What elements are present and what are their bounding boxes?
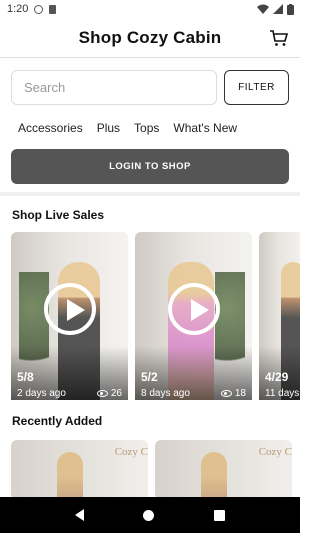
view-count-value: 18 [234,388,246,399]
cart-icon[interactable] [269,29,289,47]
recently-added-list: Cozy C Cozy C [0,432,300,500]
brand-logo: Cozy C [114,446,148,458]
sd-card-icon [49,4,57,14]
product-card[interactable]: Cozy C [155,440,292,500]
home-icon[interactable] [143,509,155,521]
view-count-value: 26 [110,388,122,399]
sale-age: 8 days ago [141,388,190,399]
android-nav-bar [0,497,300,533]
live-sale-card[interactable]: 4/29 11 days [259,232,300,400]
eye-icon [220,390,232,397]
sale-age: 11 days [265,388,300,399]
status-time: 1:20 [7,3,29,15]
filter-button[interactable]: FILTER [224,70,289,105]
recents-icon[interactable] [214,509,226,521]
live-sale-card[interactable]: 5/8 2 days ago 26 [11,232,128,400]
category-plus[interactable]: Plus [97,121,120,135]
eye-icon [96,390,108,397]
category-tabs: Accessories Plus Tops What's New [0,105,300,139]
live-sales-carousel: 5/8 2 days ago 26 5/2 8 days ago 18 4/29… [0,226,300,400]
live-sales-title: Shop Live Sales [12,208,105,222]
view-count: 18 [220,388,246,399]
category-whats-new[interactable]: What's New [173,121,237,135]
play-icon[interactable] [43,282,96,335]
sale-date: 4/29 [265,370,289,384]
category-accessories[interactable]: Accessories [18,121,83,135]
app-header: Shop Cozy Cabin [0,18,300,58]
category-tops[interactable]: Tops [134,121,159,135]
login-button[interactable]: LOGIN TO SHOP [11,149,289,184]
live-sale-card[interactable]: 5/2 8 days ago 18 [135,232,252,400]
view-count: 26 [96,388,122,399]
sale-date: 5/8 [17,370,34,384]
signal-icon [273,4,283,14]
recently-added-title: Recently Added [12,414,103,428]
sale-date: 5/2 [141,370,158,384]
product-image [201,452,227,500]
search-row: Search FILTER [0,58,300,105]
search-input[interactable]: Search [11,70,217,105]
battery-icon [287,3,294,15]
brand-logo: Cozy C [258,446,292,458]
page-title: Shop Cozy Cabin [78,27,222,47]
wifi-icon [257,4,269,14]
sale-age: 2 days ago [17,388,66,399]
notification-icon [34,4,44,14]
back-icon[interactable] [74,509,84,521]
status-bar: 1:20 [0,0,300,18]
product-image [57,452,83,500]
play-icon[interactable] [167,282,220,335]
product-card[interactable]: Cozy C [11,440,148,500]
